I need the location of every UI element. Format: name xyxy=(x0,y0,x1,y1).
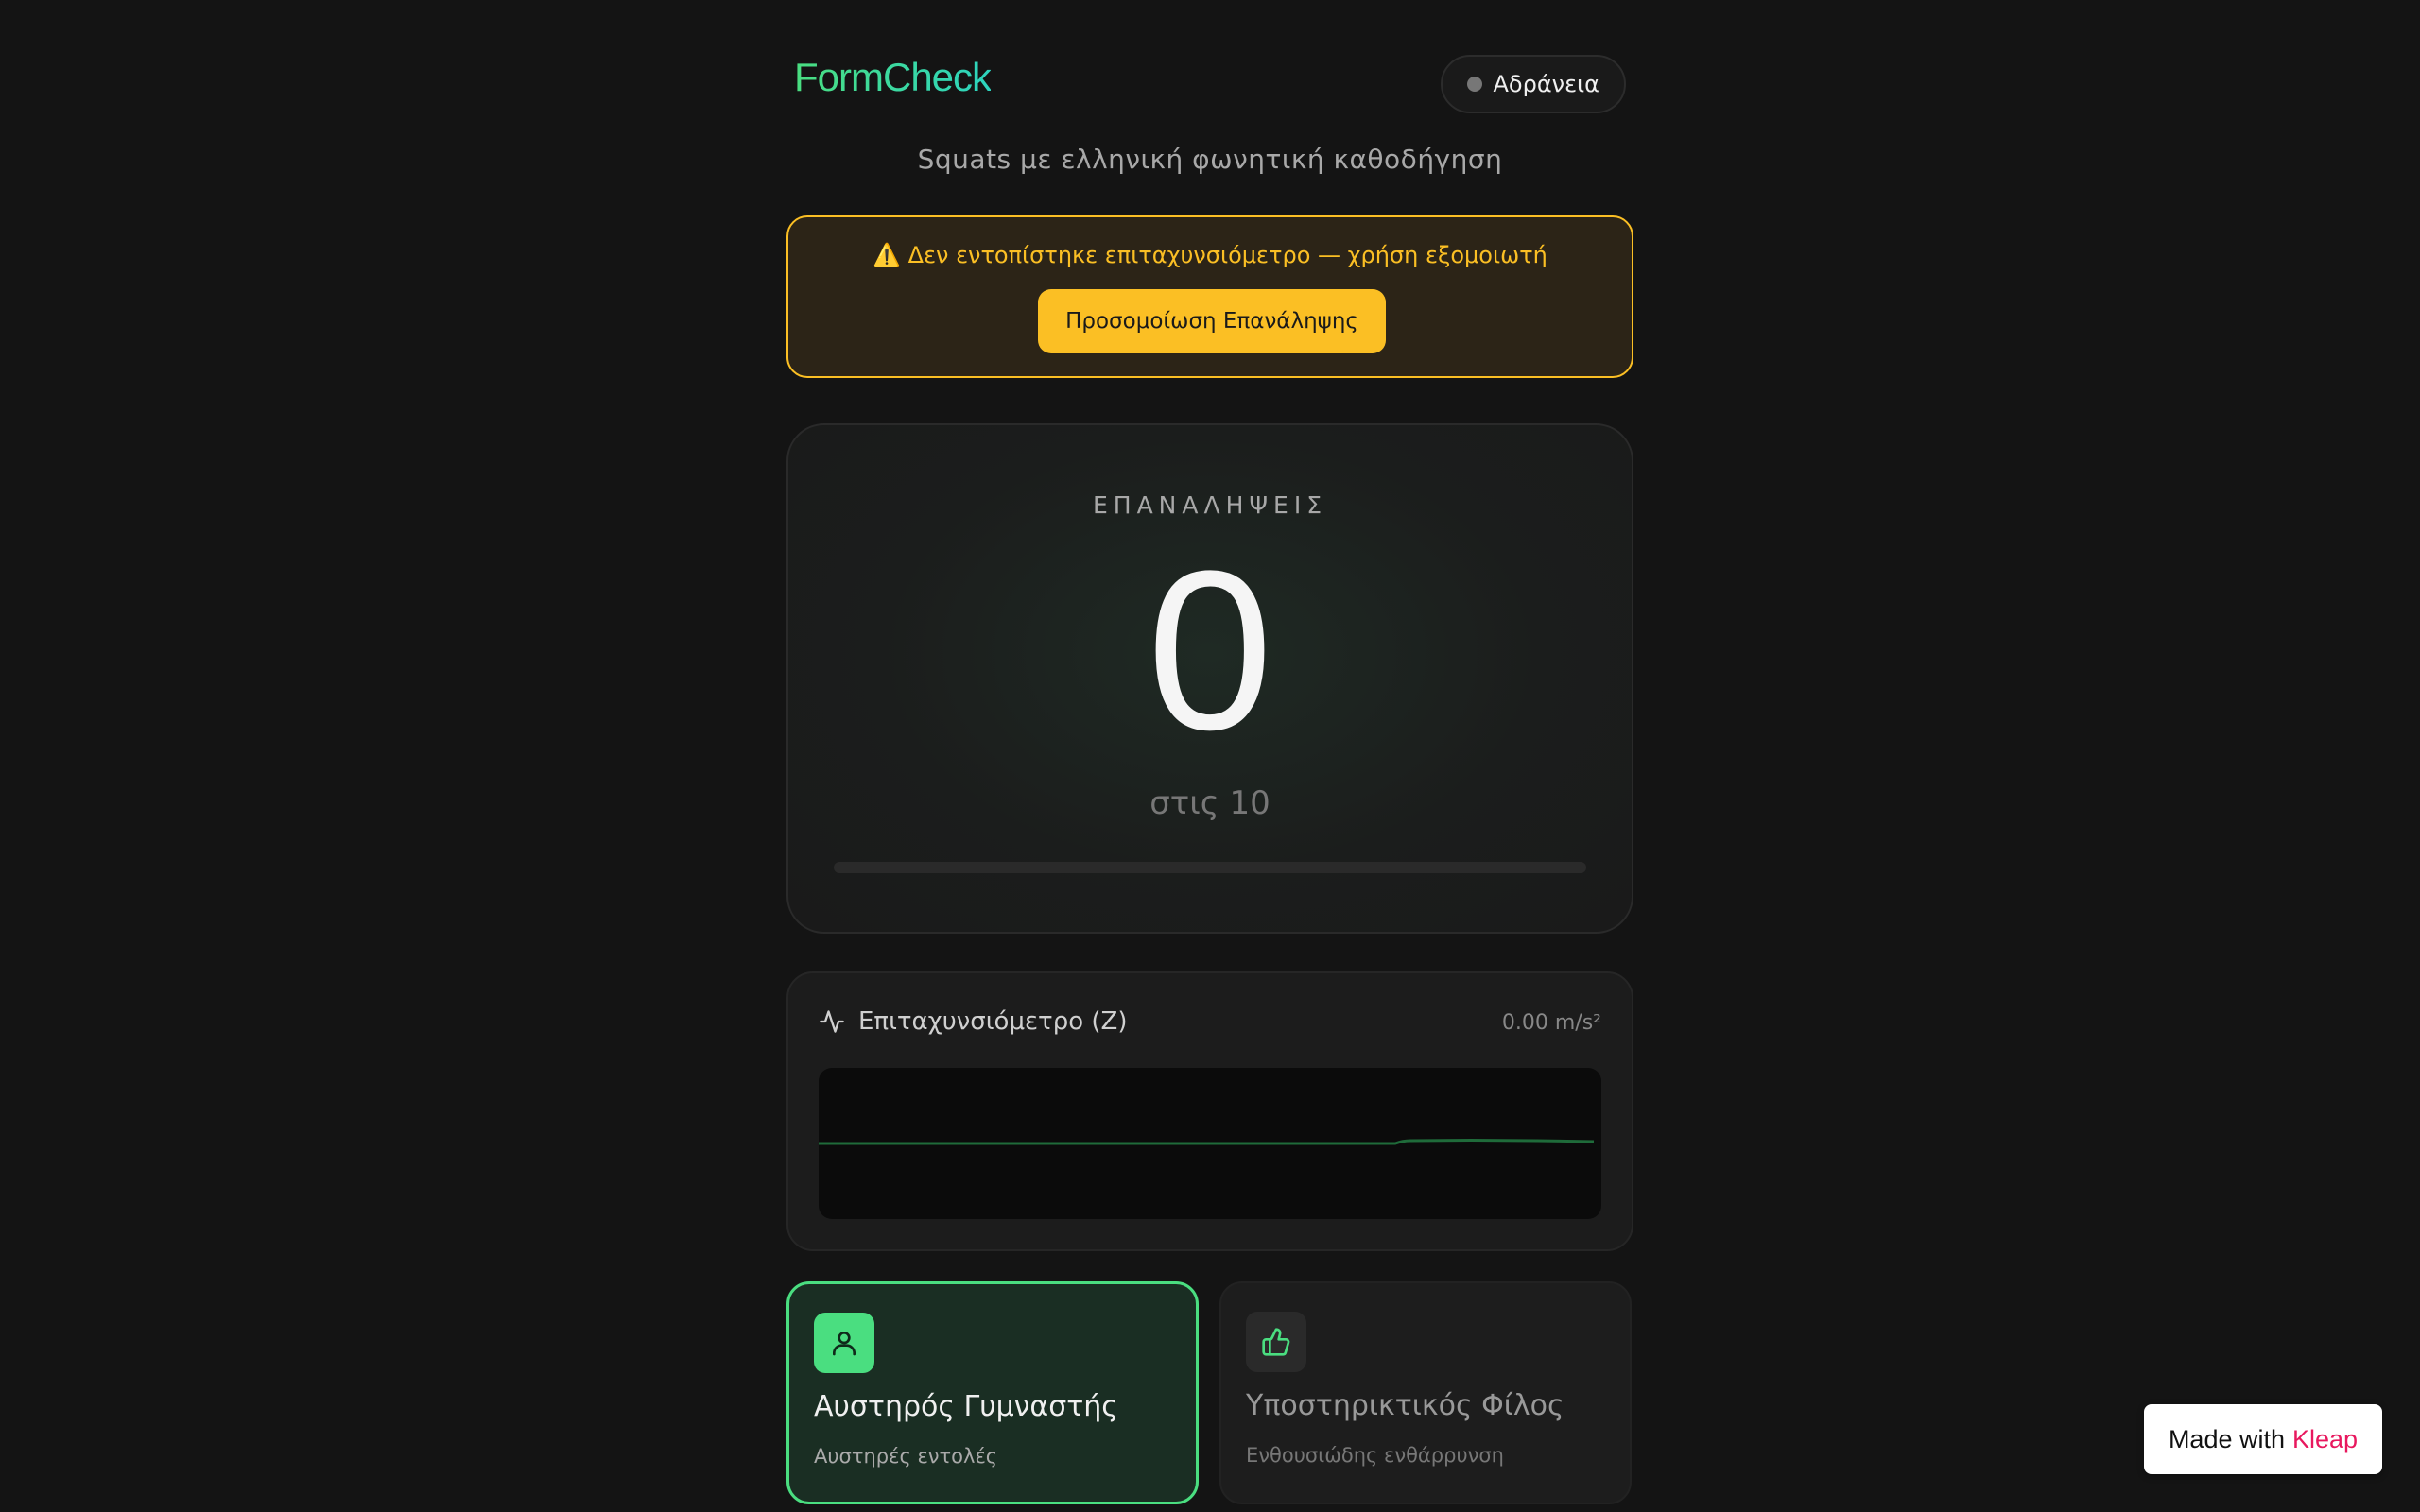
accelerometer-card: Επιταχυνσιόμετρο (Z) 0.00 m/s² xyxy=(786,971,1634,1251)
reps-progress-bar xyxy=(834,862,1586,873)
status-badge: Αδράνεια xyxy=(1440,55,1626,113)
mode-title: Αυστηρός Γυμναστής xyxy=(814,1390,1118,1423)
status-dot-icon xyxy=(1466,77,1482,92)
reps-label: ΕΠΑΝΑΛΗΨΕΙΣ xyxy=(1092,491,1328,519)
page-subtitle: Squats με ελληνική φωνητική καθοδήγηση xyxy=(917,144,1503,175)
header: FormCheck Αδράνεια xyxy=(794,53,1626,119)
accelerometer-value: 0.00 m/s² xyxy=(1501,1011,1601,1035)
status-label: Αδράνεια xyxy=(1493,71,1599,97)
warning-text: ⚠️ Δεν εντοπίστηκε επιταχυνσιόμετρο — χρ… xyxy=(873,242,1547,268)
sensor-warning-banner: ⚠️ Δεν εντοπίστηκε επιταχυνσιόμετρο — χρ… xyxy=(786,215,1634,378)
coach-mode-selector: Αυστηρός Γυμναστής Αυστηρές εντολές Υποσ… xyxy=(786,1281,1634,1504)
mode-strict-trainer[interactable]: Αυστηρός Γυμναστής Αυστηρές εντολές xyxy=(786,1281,1199,1504)
simulate-rep-button[interactable]: Προσομοίωση Επανάληψης xyxy=(1038,289,1386,353)
activity-icon xyxy=(820,1010,844,1033)
accelerometer-header: Επιταχυνσιόμετρο (Z) xyxy=(819,1007,1127,1036)
accelerometer-graph xyxy=(819,1068,1601,1219)
made-with-prefix: Made with xyxy=(2168,1424,2285,1453)
thumbs-up-icon xyxy=(1246,1312,1306,1372)
mode-description: Ενθουσιώδης ενθάρρυνση xyxy=(1246,1444,1504,1467)
user-icon xyxy=(814,1313,874,1373)
made-with-badge[interactable]: Made with Kleap xyxy=(2144,1404,2382,1474)
reps-card: ΕΠΑΝΑΛΗΨΕΙΣ 0 στις 10 xyxy=(786,423,1634,934)
app-logo: FormCheck xyxy=(794,55,992,99)
reps-count: 0 xyxy=(1147,524,1273,777)
mode-title: Υποστηρικτικός Φίλος xyxy=(1246,1389,1564,1422)
made-with-brand: Kleap xyxy=(2292,1424,2359,1453)
accelerometer-title: Επιταχυνσιόμετρο (Z) xyxy=(858,1007,1128,1036)
reps-target: στις 10 xyxy=(1150,784,1270,822)
mode-supportive-friend[interactable]: Υποστηρικτικός Φίλος Ενθουσιώδης ενθάρρυ… xyxy=(1219,1281,1632,1504)
accelerometer-trace xyxy=(819,1138,1595,1145)
mode-description: Αυστηρές εντολές xyxy=(814,1445,998,1468)
